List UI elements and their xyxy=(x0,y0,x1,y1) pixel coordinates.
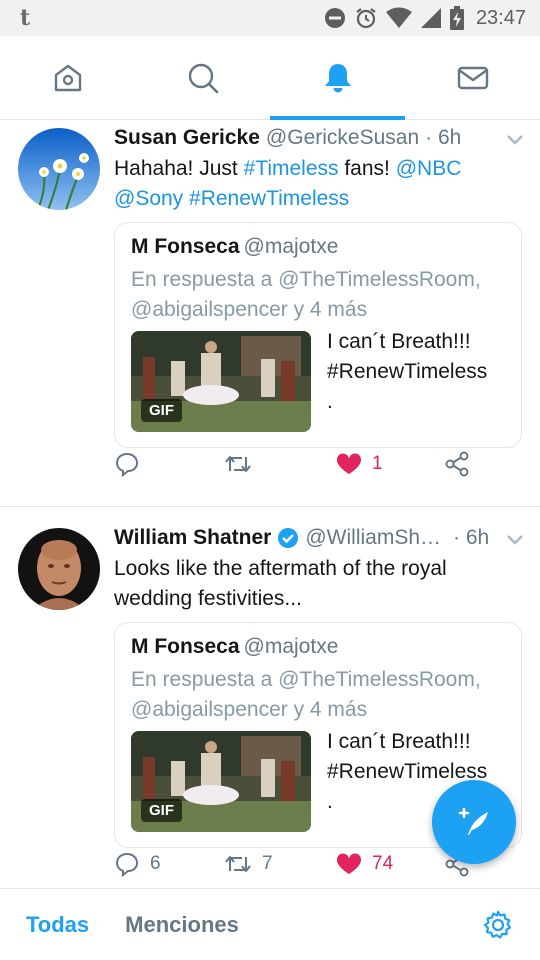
author-handle[interactable]: @WilliamSh… xyxy=(305,526,441,550)
tab-search[interactable] xyxy=(135,36,270,119)
search-icon xyxy=(188,63,218,93)
reply-context: En respuesta a @TheTimelessRoom, @abigai… xyxy=(131,265,511,325)
battery-charging-icon xyxy=(449,6,464,30)
tab-mentions[interactable]: Menciones xyxy=(125,912,239,938)
share-icon xyxy=(445,451,469,477)
quoted-author: M Fonseca @majotxe xyxy=(131,635,338,659)
reply-suffix: y 4 más xyxy=(287,698,368,721)
reply-button[interactable]: 6 xyxy=(114,851,161,877)
quoted-text: I can´t Breath!!! #RenewTimeless . xyxy=(327,327,517,417)
avatar[interactable] xyxy=(18,528,100,610)
reply-mention: @abigailspencer xyxy=(131,698,288,721)
gif-badge: GIF xyxy=(141,399,182,422)
tweet-header: Susan Gericke @GerickeSusan · 6h xyxy=(114,126,526,150)
retweet-icon xyxy=(225,456,251,472)
heart-icon xyxy=(336,853,362,874)
tab-notifications[interactable] xyxy=(270,36,405,120)
hashtag-link[interactable]: #Timeless xyxy=(244,157,339,180)
chevron-down-icon[interactable] xyxy=(506,134,524,146)
do-not-disturb-icon xyxy=(324,8,345,28)
reply-context: En respuesta a @TheTimelessRoom, @abigai… xyxy=(131,665,511,725)
tweet-text-line: wedding festivities... xyxy=(114,587,302,610)
reply-prefix: En respuesta a xyxy=(131,668,279,691)
avatar[interactable] xyxy=(18,128,100,210)
reply-prefix: En respuesta a xyxy=(131,268,279,291)
author-name[interactable]: Susan Gericke xyxy=(114,126,260,150)
heart-icon xyxy=(336,453,362,474)
like-button[interactable]: 74 xyxy=(336,852,393,876)
reply-suffix: y 4 más xyxy=(287,298,368,321)
quoted-text-line: I can´t Breath!!! xyxy=(327,730,471,753)
notifications-filter-bar: Todas Menciones xyxy=(0,888,540,960)
quoted-author: M Fonseca @majotxe xyxy=(131,235,338,259)
tweet-text-line: Looks like the aftermath of the royal xyxy=(114,557,447,580)
reply-button[interactable] xyxy=(114,451,150,477)
tweet-time: · 6h xyxy=(453,526,490,549)
tweet-text: Hahaha! Just #Timeless fans! @NBC @Sony … xyxy=(114,154,520,214)
mention-link[interactable]: @Sony xyxy=(114,187,183,210)
quoted-tweet[interactable]: M Fonseca @majotxe En respuesta a @TheTim… xyxy=(114,222,522,448)
messages-icon xyxy=(457,66,488,89)
like-count: 74 xyxy=(372,853,394,874)
tweet-card[interactable]: Susan Gericke @GerickeSusan · 6h Hahaha!… xyxy=(0,120,540,507)
reply-mention: @TheTimelessRoom, xyxy=(278,268,481,291)
gear-icon[interactable] xyxy=(482,909,514,941)
retweet-button[interactable] xyxy=(224,452,262,476)
like-count: 1 xyxy=(372,453,383,474)
signal-icon xyxy=(420,8,441,28)
quoted-author-name: M Fonseca xyxy=(131,635,240,658)
mention-link[interactable]: @NBC xyxy=(396,157,462,180)
notifications-bell-icon xyxy=(324,63,351,92)
reply-count: 6 xyxy=(150,853,161,874)
hashtag-link[interactable]: #RenewTimeless xyxy=(189,187,349,210)
verified-badge-icon xyxy=(278,528,299,548)
alarm-icon xyxy=(356,8,376,29)
text-segment: Hahaha! Just xyxy=(114,157,244,180)
text-segment: fans! xyxy=(338,157,396,180)
tab-all-notifications[interactable]: Todas xyxy=(26,912,89,938)
reply-mention: @TheTimelessRoom, xyxy=(278,668,481,691)
clock: 23:47 xyxy=(475,6,526,29)
top-tab-bar xyxy=(0,36,540,120)
reply-icon xyxy=(115,452,139,477)
quoted-text-line: #RenewTimeless xyxy=(327,360,488,383)
home-icon xyxy=(54,64,81,91)
tweet-header: William Shatner @WilliamSh… · 6h xyxy=(114,526,526,550)
quoted-author-handle: @majotxe xyxy=(243,235,339,258)
notifications-feed[interactable]: Susan Gericke @GerickeSusan · 6h Hahaha!… xyxy=(0,120,540,888)
quoted-text-line: . xyxy=(327,390,333,413)
retweet-count: 7 xyxy=(262,853,273,874)
app-notification-icon: t xyxy=(20,5,31,31)
gif-badge: GIF xyxy=(141,799,182,822)
tweet-text: Looks like the aftermath of the royal we… xyxy=(114,554,520,614)
retweet-button[interactable]: 7 xyxy=(224,852,273,876)
retweet-icon xyxy=(225,856,251,872)
share-button[interactable] xyxy=(444,451,470,477)
compose-feather-icon xyxy=(458,807,488,835)
quoted-author-name: M Fonseca xyxy=(131,235,240,258)
quoted-text-line: I can´t Breath!!! xyxy=(327,330,471,353)
chevron-down-icon[interactable] xyxy=(506,534,524,546)
quoted-author-handle: @majotxe xyxy=(243,635,339,658)
like-button[interactable]: 1 xyxy=(336,452,383,476)
compose-tweet-button[interactable] xyxy=(432,780,516,864)
tab-home[interactable] xyxy=(0,36,135,119)
tweet-time: · 6h xyxy=(425,126,462,149)
wifi-icon xyxy=(385,7,412,28)
status-bar: t 23:47 xyxy=(0,0,540,36)
author-name[interactable]: William Shatner xyxy=(114,526,271,550)
gif-thumbnail[interactable]: GIF xyxy=(131,731,311,832)
status-icons: 23:47 xyxy=(324,6,526,30)
reply-mention: @abigailspencer xyxy=(131,298,288,321)
author-handle[interactable]: @GerickeSusan xyxy=(266,126,419,150)
tab-messages[interactable] xyxy=(405,36,540,119)
reply-icon xyxy=(115,852,139,877)
gif-thumbnail[interactable]: GIF xyxy=(131,331,311,432)
